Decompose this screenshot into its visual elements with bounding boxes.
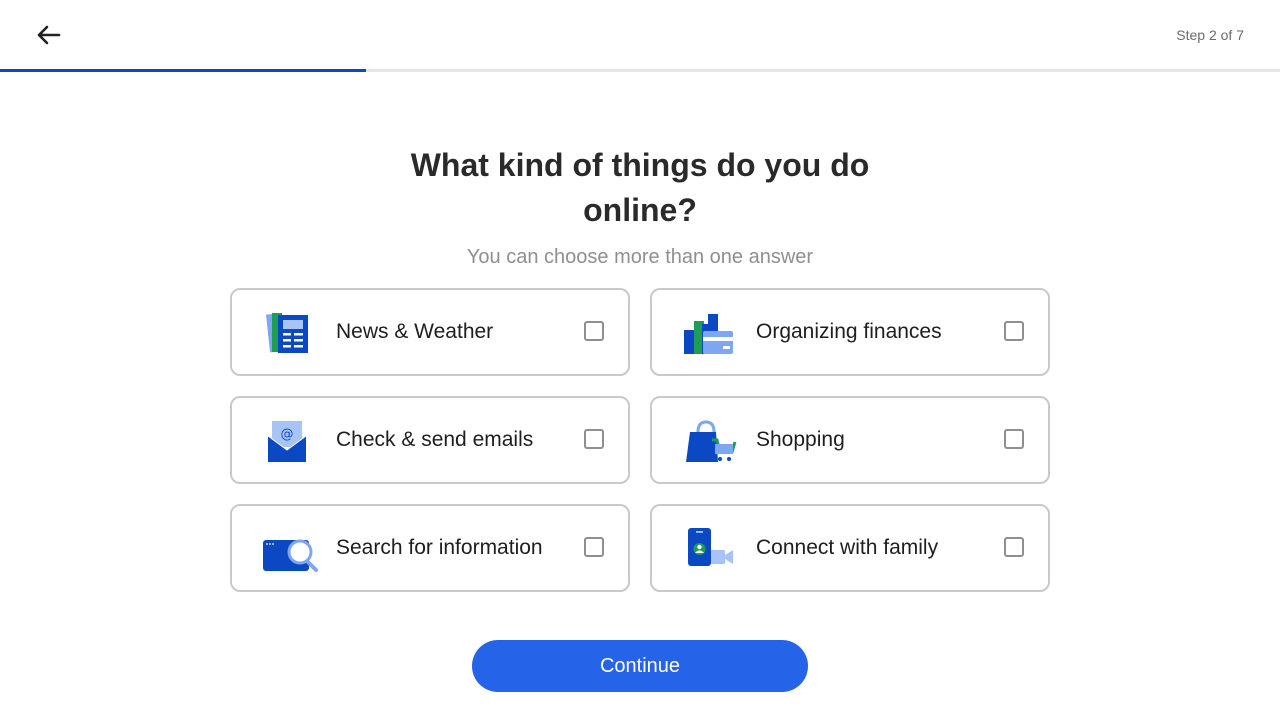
finances-icon	[684, 314, 733, 354]
step-indicator: Step 2 of 7	[1176, 27, 1244, 43]
option-search-information[interactable]: Search for information	[230, 504, 630, 592]
checkbox[interactable]	[584, 537, 604, 557]
shopping-bag-icon	[686, 420, 737, 462]
option-news-weather[interactable]: News & Weather	[230, 288, 630, 376]
option-label: Organizing finances	[756, 320, 942, 343]
progress-bar-fill	[0, 69, 366, 72]
email-envelope-icon: @	[267, 421, 307, 462]
arrow-left-icon	[37, 25, 61, 45]
checkbox[interactable]	[1004, 429, 1024, 449]
option-connect-family[interactable]: Connect with family	[650, 504, 1050, 592]
svg-text:@: @	[281, 427, 294, 442]
video-call-icon	[688, 528, 733, 566]
option-label: Connect with family	[756, 536, 939, 559]
search-browser-icon	[263, 539, 318, 572]
page-subtitle: You can choose more than one answer	[466, 246, 814, 268]
page-title: What kind of things do you do online?	[410, 147, 870, 228]
option-check-send-emails[interactable]: @ Check & send emails	[230, 396, 630, 484]
checkbox[interactable]	[1004, 537, 1024, 557]
checkbox[interactable]	[584, 321, 604, 341]
options-grid: News & Weather Organizing finances @ Che…	[230, 288, 1050, 592]
continue-button[interactable]: Continue	[472, 640, 808, 692]
progress-bar	[0, 69, 1280, 72]
option-label: Shopping	[756, 428, 845, 451]
option-organizing-finances[interactable]: Organizing finances	[650, 288, 1050, 376]
back-button[interactable]	[28, 19, 68, 51]
newspaper-icon	[266, 313, 308, 353]
option-label: Search for information	[336, 536, 543, 559]
option-label: News & Weather	[336, 320, 494, 343]
option-shopping[interactable]: Shopping	[650, 396, 1050, 484]
checkbox[interactable]	[584, 429, 604, 449]
option-label: Check & send emails	[336, 428, 534, 451]
checkbox[interactable]	[1004, 321, 1024, 341]
